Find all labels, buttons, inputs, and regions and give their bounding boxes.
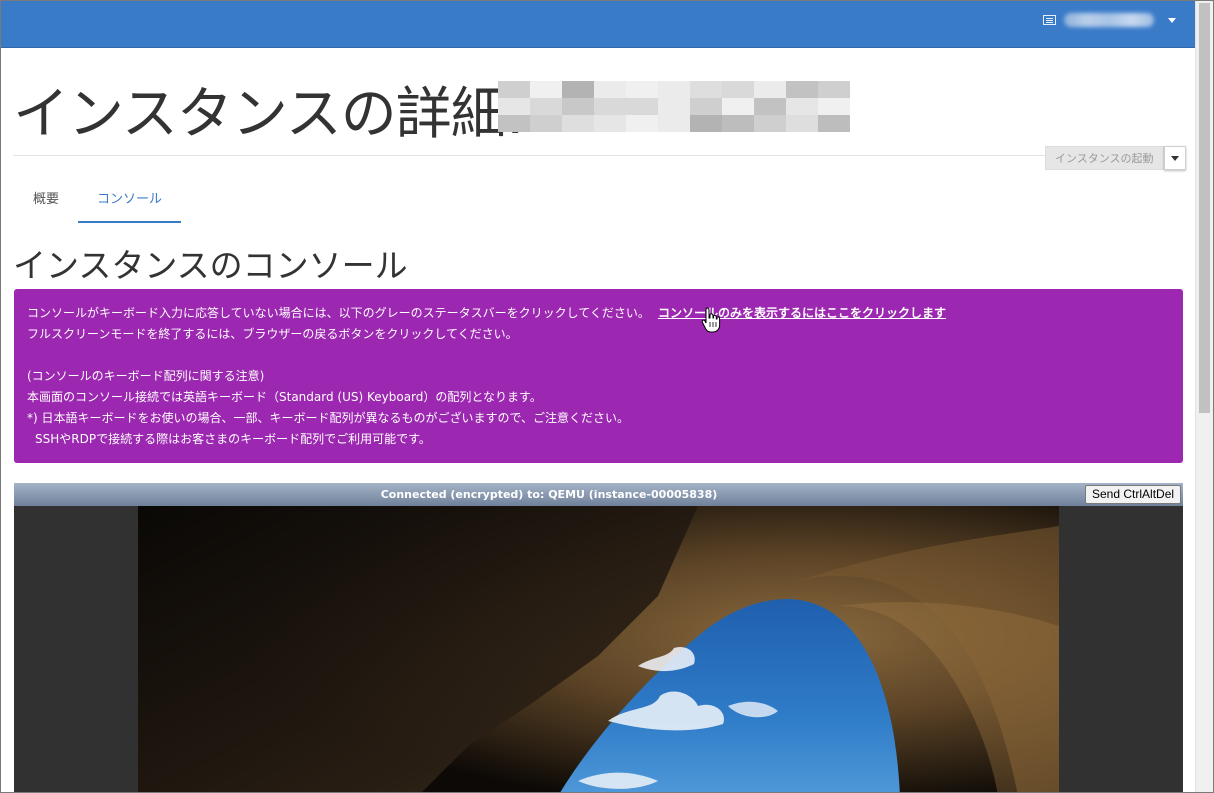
user-menu[interactable] (1043, 11, 1176, 29)
console-connection-status: Connected (encrypted) to: QEMU (instance… (380, 488, 718, 501)
redaction-tile (722, 81, 754, 98)
notice-line-3: (コンソールのキーボード配列に関する注意) (27, 369, 265, 383)
redaction-tile (594, 98, 626, 115)
user-name-redacted (1064, 13, 1154, 27)
notice-line-6: SSHやRDPで接続する際はお客さまのキーボード配列でご利用可能です。 (35, 432, 431, 446)
chevron-down-icon (1168, 17, 1176, 23)
console-status-bar[interactable]: Connected (encrypted) to: QEMU (instance… (14, 483, 1183, 506)
notice-text-1: コンソールがキーボード入力に応答していない場合には、以下のグレーのステータスバー… (27, 306, 650, 320)
console-screen[interactable] (138, 506, 1059, 792)
redaction-tile (562, 98, 594, 115)
redaction-tile (594, 81, 626, 98)
page-title: インスタンスの詳細: (13, 82, 525, 147)
notice-spacer (27, 345, 1170, 366)
notice-line-1: コンソールがキーボード入力に応答していない場合には、以下のグレーのステータスバー… (27, 303, 1170, 324)
scrollbar-thumb[interactable] (1199, 3, 1210, 413)
redaction-tile (690, 81, 722, 98)
launch-instance-button[interactable]: インスタンスの起動 (1045, 146, 1164, 170)
launch-instance-button-group: インスタンスの起動 (1045, 146, 1186, 170)
title-divider (13, 155, 1183, 156)
chevron-down-icon (1170, 155, 1179, 161)
top-navbar (1, 1, 1196, 48)
redaction-tile (658, 98, 690, 115)
vnc-console[interactable]: Connected (encrypted) to: QEMU (instance… (14, 483, 1183, 792)
redaction-tile (658, 115, 690, 132)
redaction-tile (562, 81, 594, 98)
launch-instance-dropdown-toggle[interactable] (1163, 146, 1186, 170)
hand-pointer-icon (701, 307, 721, 333)
instance-name-redacted (498, 81, 850, 133)
redaction-tile (530, 115, 562, 132)
redaction-tile (754, 81, 786, 98)
redaction-tile (754, 98, 786, 115)
notice-line-5: *) 日本語キーボードをお使いの場合、一部、キーボード配列が異なるものがございま… (27, 411, 630, 425)
notice-line-4: 本画面のコンソール接続では英語キーボード（Standard (US) Keybo… (27, 390, 542, 404)
redaction-tile (498, 81, 530, 98)
lock-screen-wallpaper (138, 506, 1059, 792)
redaction-tile (690, 98, 722, 115)
console-notice: コンソールがキーボード入力に応答していない場合には、以下のグレーのステータスバー… (14, 289, 1183, 463)
redaction-tile (594, 115, 626, 132)
browser-viewport: インスタンスの詳細: インスタンスの起動 概要 コンソール インスタンスのコンソ… (0, 0, 1214, 793)
redaction-tile (818, 81, 850, 98)
redaction-tile (722, 98, 754, 115)
redaction-tile (722, 115, 754, 132)
redaction-tile (498, 115, 530, 132)
redaction-tile (626, 98, 658, 115)
redaction-tile (754, 115, 786, 132)
notice-line-2: フルスクリーンモードを終了するには、ブラウザーの戻るボタンをクリックしてください… (27, 327, 518, 341)
user-menu-icon (1043, 15, 1056, 25)
redaction-tile (786, 81, 818, 98)
redaction-tile (530, 98, 562, 115)
redaction-tile (786, 98, 818, 115)
page-scrollbar[interactable] (1195, 1, 1213, 792)
redaction-tile (690, 115, 722, 132)
tab-overview[interactable]: 概要 (14, 181, 78, 223)
redaction-tile (498, 98, 530, 115)
tab-console[interactable]: コンソール (78, 181, 182, 223)
redaction-tile (818, 115, 850, 132)
redaction-tile (530, 81, 562, 98)
redaction-tile (786, 115, 818, 132)
redaction-tile (626, 115, 658, 132)
send-ctrl-alt-del-button[interactable]: Send CtrlAltDel (1085, 485, 1182, 504)
redaction-tile (818, 98, 850, 115)
instance-tabs: 概要 コンソール (14, 181, 182, 223)
console-section-title: インスタンスのコンソール (13, 246, 408, 285)
redaction-tile (562, 115, 594, 132)
redaction-tile (658, 81, 690, 98)
redaction-tile (626, 81, 658, 98)
